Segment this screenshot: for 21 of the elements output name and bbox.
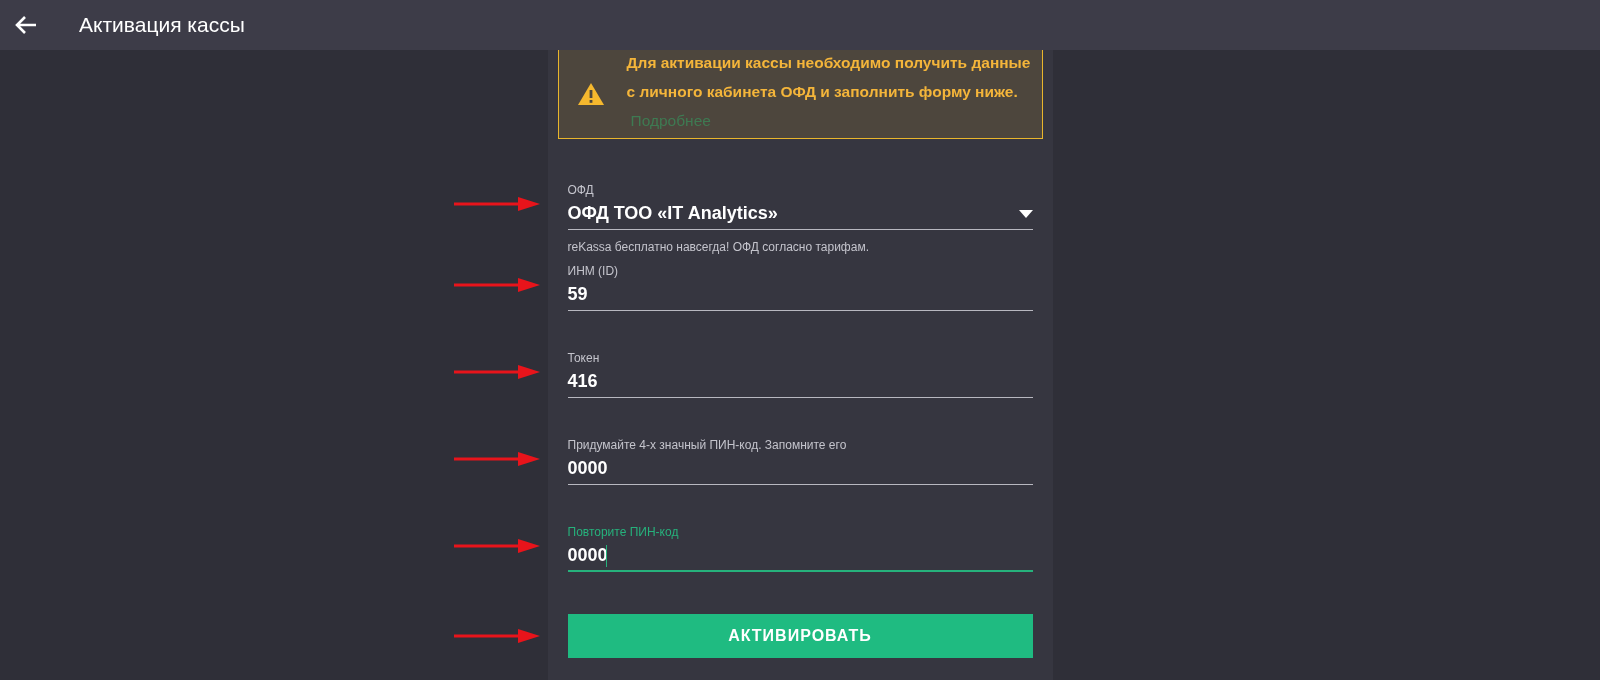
annotation-arrow-icon bbox=[453, 628, 540, 644]
annotation-arrow-icon bbox=[453, 196, 540, 212]
field-label: Токен bbox=[567, 350, 601, 366]
text-input-field[interactable]: 0000 bbox=[567, 540, 1033, 572]
text-cursor bbox=[605, 545, 607, 567]
annotation-arrow-icon bbox=[453, 451, 540, 467]
field-label: Повторите ПИН-код bbox=[567, 524, 680, 540]
field-label: Придумайте 4-х значный ПИН-код. Запомните его bbox=[567, 437, 848, 453]
annotation-arrow-icon bbox=[453, 538, 540, 554]
text-input-field[interactable]: 59 bbox=[567, 279, 1033, 311]
text-input-field[interactable]: 0000 bbox=[567, 453, 1033, 485]
field-label: ОФД bbox=[567, 182, 595, 198]
warning-icon bbox=[576, 82, 605, 106]
annotation-arrow-icon bbox=[453, 364, 540, 380]
text-input-field[interactable]: 416 bbox=[567, 366, 1033, 398]
ofd-select[interactable]: ОФД ТОО «IT Analytics» bbox=[567, 198, 1033, 230]
annotation-arrow-icon bbox=[453, 277, 540, 293]
dropdown-caret-icon bbox=[1018, 209, 1033, 218]
page-title: Активация кассы bbox=[79, 12, 245, 39]
helper-text: reKassa бесплатно навсегда! ОФД согласно тарифам. bbox=[567, 239, 870, 256]
field-label: ИНМ (ID) bbox=[567, 263, 620, 279]
